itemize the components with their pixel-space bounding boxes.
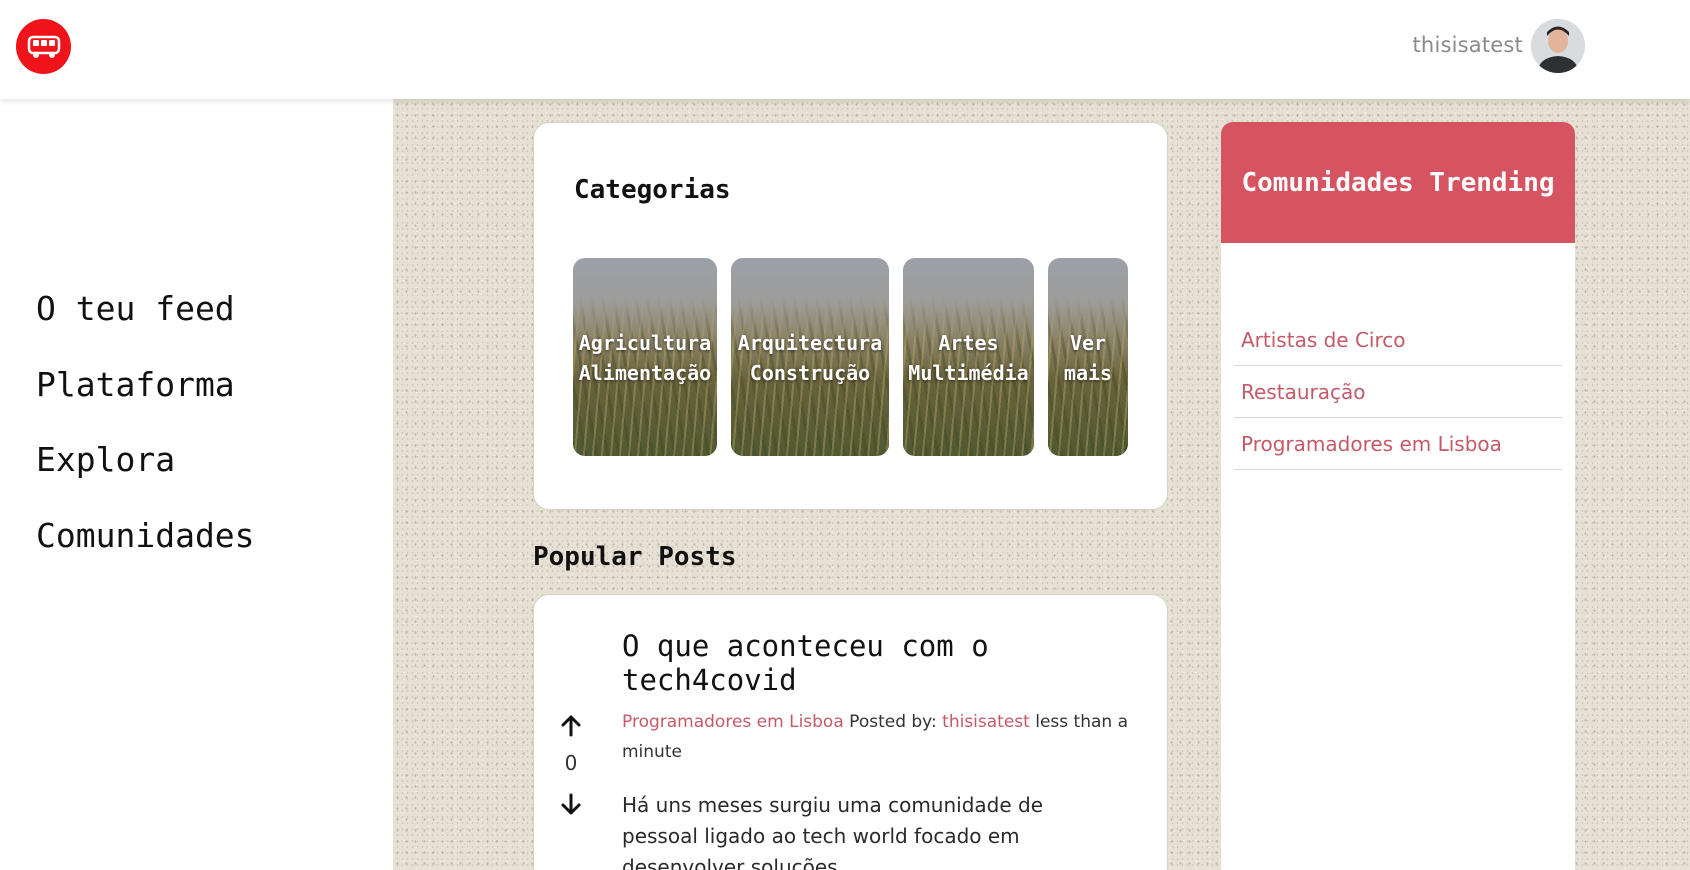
- category-tile-label: Arquitectura Construção: [737, 331, 883, 385]
- sidebar: O teu feed Plataforma Explora Comunidade…: [0, 99, 393, 870]
- post-title[interactable]: O que aconteceu com o tech4covid: [622, 629, 1122, 697]
- categories-title: Categorias: [574, 175, 731, 205]
- post-excerpt: Há uns meses surgiu uma comunidade de pe…: [622, 793, 1044, 870]
- post-card[interactable]: O que aconteceu com o tech4covid 0 Progr…: [533, 594, 1168, 870]
- category-tile-arquitectura[interactable]: Arquitectura Construção: [731, 258, 889, 456]
- sidebar-item-comunidades[interactable]: Comunidades: [36, 516, 255, 555]
- logo-button[interactable]: [16, 19, 71, 74]
- post-meta: Programadores em Lisboa Posted by: thisi…: [622, 707, 1132, 767]
- sidebar-item-plataforma[interactable]: Plataforma: [36, 365, 235, 404]
- sidebar-item-feed[interactable]: O teu feed: [36, 289, 235, 328]
- trending-title: Comunidades Trending: [1221, 122, 1575, 243]
- sidebar-item-explora[interactable]: Explora: [36, 440, 175, 479]
- trending-list: Artistas de Circo Restauração Programado…: [1234, 314, 1562, 470]
- vote-count: 0: [564, 751, 578, 775]
- user-avatar-icon: [1531, 19, 1585, 73]
- downvote-arrow-icon[interactable]: [558, 791, 584, 817]
- posted-by-label: Posted by:: [849, 712, 937, 732]
- popular-posts-title: Popular Posts: [533, 542, 737, 572]
- username-label[interactable]: thisisatest: [1413, 33, 1524, 57]
- trending-communities-card: Comunidades Trending Artistas de Circo R…: [1221, 122, 1575, 870]
- upvote-arrow-icon[interactable]: [558, 713, 584, 739]
- trending-item-restauracao[interactable]: Restauração: [1234, 366, 1562, 418]
- category-tile-artes[interactable]: Artes Multimédia: [903, 258, 1034, 456]
- categories-card: Categorias Agricultura Alimentação Arqui…: [533, 122, 1168, 510]
- bus-icon: [27, 35, 60, 58]
- category-tile-agricultura[interactable]: Agricultura Alimentação: [573, 258, 717, 456]
- category-tile-label: Agricultura Alimentação: [578, 331, 712, 385]
- category-tile-ver-mais[interactable]: Ver mais: [1048, 258, 1128, 456]
- top-bar: thisisatest: [0, 0, 1690, 99]
- post-community-link[interactable]: Programadores em Lisboa: [622, 712, 844, 732]
- category-tile-label: Artes Multimédia: [908, 331, 1029, 385]
- trending-item-artistas-de-circo[interactable]: Artistas de Circo: [1234, 314, 1562, 366]
- trending-item-programadores-em-lisboa[interactable]: Programadores em Lisboa: [1234, 418, 1562, 470]
- avatar[interactable]: [1531, 19, 1585, 73]
- post-author-link[interactable]: thisisatest: [942, 712, 1030, 732]
- category-tile-label: Ver mais: [1063, 331, 1113, 385]
